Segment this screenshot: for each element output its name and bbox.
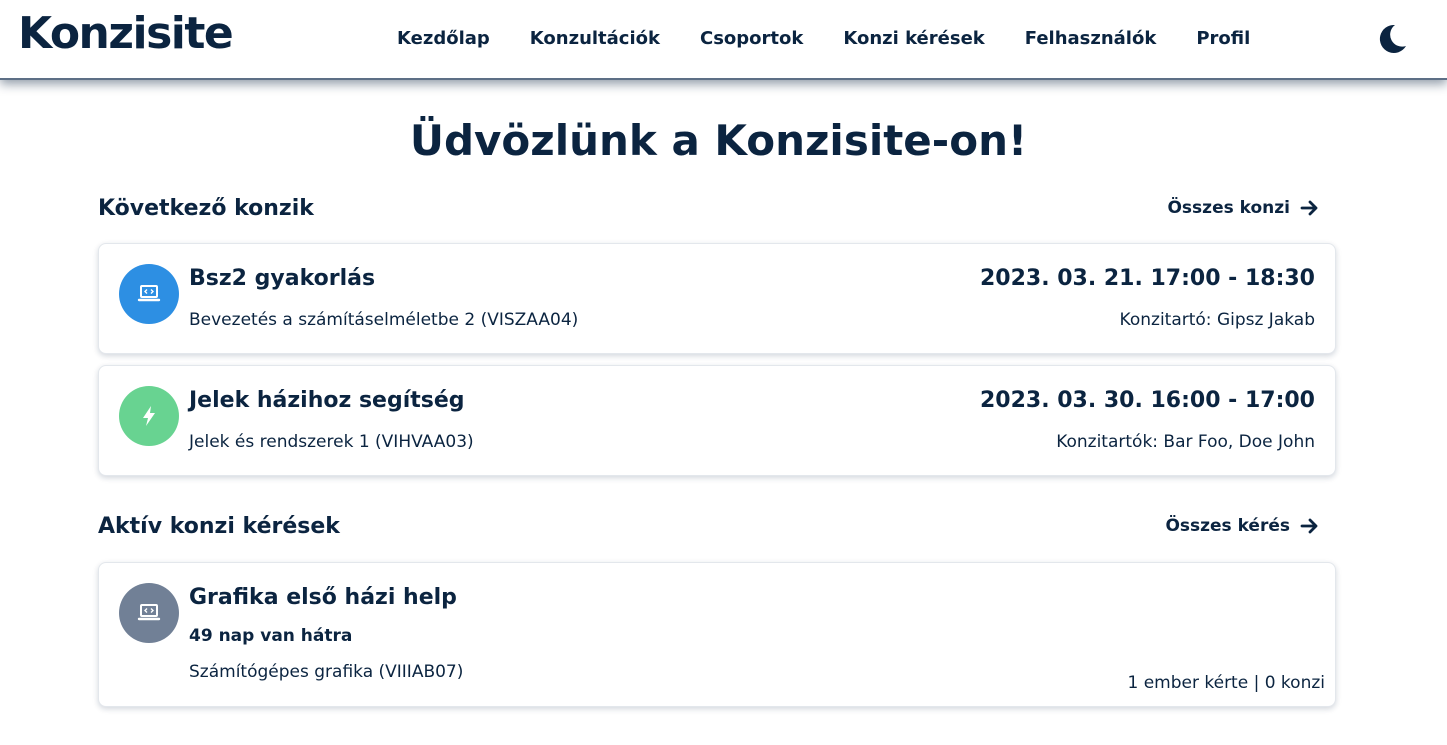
all-consultations-link[interactable]: Összes konzi — [1167, 198, 1320, 218]
consultation-card[interactable]: Jelek házihoz segítség Jelek és rendszer… — [98, 365, 1336, 476]
lightning-icon — [119, 386, 179, 446]
nav-item-csoportok[interactable]: Csoportok — [680, 28, 823, 54]
request-remaining-time: 49 nap van hátra — [189, 626, 353, 646]
nav-item-konzultaciok[interactable]: Konzultációk — [510, 28, 680, 54]
moon-icon[interactable] — [1375, 22, 1409, 56]
main-nav: Kezdőlap Konzultációk Csoportok Konzi ké… — [377, 28, 1270, 54]
request-stats: 1 ember kérte | 0 konzi — [1127, 673, 1325, 693]
request-card[interactable]: Grafika első házi help 49 nap van hátra … — [98, 562, 1336, 707]
all-requests-label: Összes kérés — [1165, 516, 1290, 536]
consultation-presenters: Konzitartók: Bar Foo, Doe John — [1056, 432, 1315, 452]
nav-item-profil[interactable]: Profil — [1176, 28, 1270, 54]
consultation-presenters: Konzitartó: Gipsz Jakab — [1119, 310, 1315, 330]
arrow-right-icon — [1300, 200, 1318, 216]
nav-item-konzi-keresek[interactable]: Konzi kérések — [823, 28, 1004, 54]
request-subject: Számítógépes grafika (VIIIAB07) — [189, 662, 464, 682]
all-requests-link[interactable]: Összes kérés — [1165, 516, 1320, 536]
laptop-code-icon — [119, 583, 179, 643]
nav-item-felhasznalok[interactable]: Felhasználók — [1005, 28, 1177, 54]
nav-item-kezdolap[interactable]: Kezdőlap — [377, 28, 510, 54]
consultation-title: Jelek házihoz segítség — [189, 388, 465, 413]
requests-section-title: Aktív konzi kérések — [98, 514, 340, 539]
consultation-subject: Bevezetés a számításelméletbe 2 (VISZAA0… — [189, 310, 579, 330]
consultation-time: 2023. 03. 30. 16:00 - 17:00 — [979, 388, 1315, 413]
consultation-time: 2023. 03. 21. 17:00 - 18:30 — [979, 266, 1315, 291]
konzisite-logo[interactable]: Konzisite — [18, 8, 234, 59]
consultation-subject: Jelek és rendszerek 1 (VIHVAA03) — [189, 432, 474, 452]
request-title: Grafika első házi help — [189, 585, 457, 610]
consultation-title: Bsz2 gyakorlás — [189, 266, 376, 291]
laptop-code-icon — [119, 264, 179, 324]
top-navbar: Konzisite Kezdőlap Konzultációk Csoporto… — [0, 0, 1447, 80]
upcoming-section-title: Következő konzik — [98, 196, 314, 221]
consultation-card[interactable]: Bsz2 gyakorlás Bevezetés a számításelmél… — [98, 243, 1336, 354]
arrow-right-icon — [1300, 518, 1318, 534]
all-consultations-label: Összes konzi — [1167, 198, 1290, 218]
page-title: Üdvözlünk a Konzisite-on! — [409, 116, 1028, 165]
